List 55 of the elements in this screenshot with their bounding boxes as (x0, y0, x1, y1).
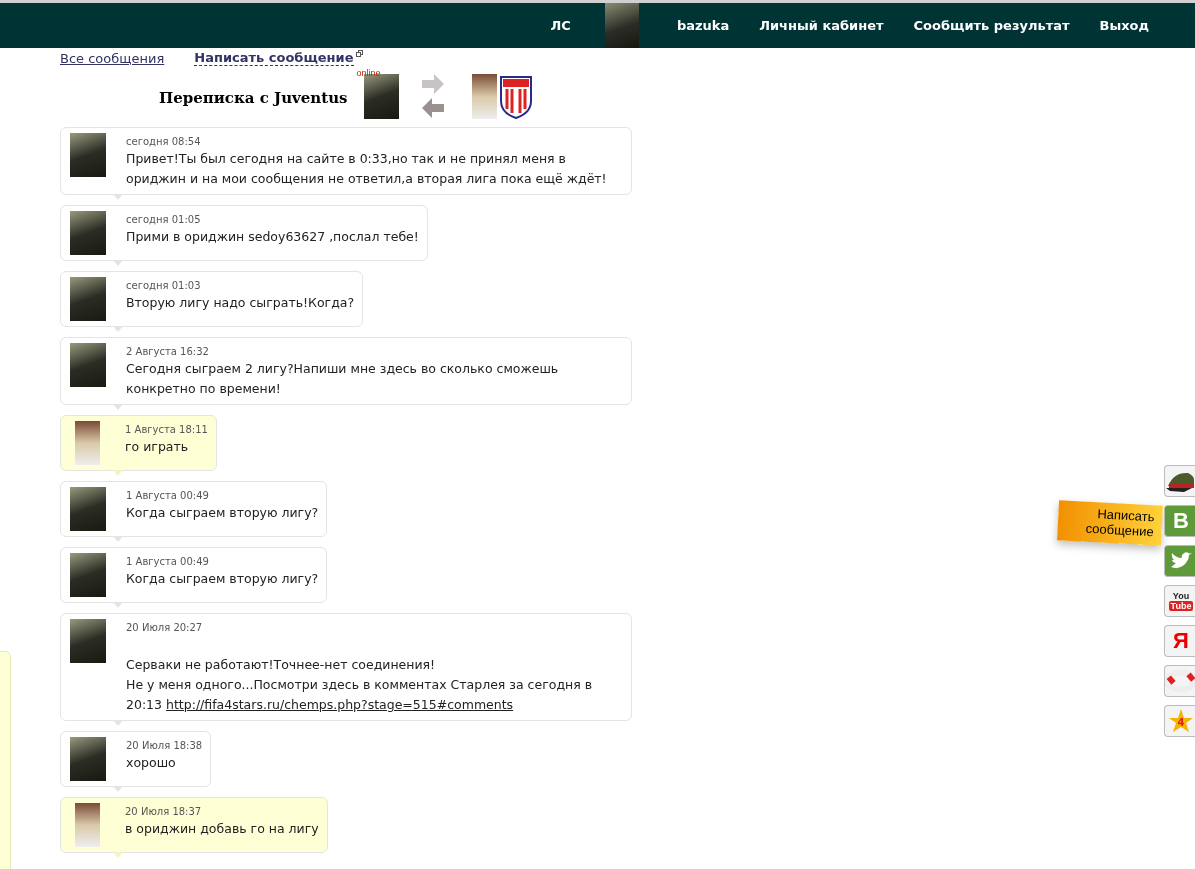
avatar-photo (70, 737, 106, 781)
write-message-tab[interactable]: Написать сообщение (1057, 500, 1163, 546)
message-date: 1 Августа 00:49 (126, 556, 210, 568)
nav-link[interactable]: Личный кабинет (759, 18, 884, 33)
nav-link[interactable]: Сообщить результат (913, 18, 1070, 33)
avatar-photo (70, 133, 106, 177)
message-date: сегодня 01:03 (126, 280, 202, 292)
avatar-photo[interactable] (604, 3, 639, 48)
avatar-photo (70, 619, 106, 663)
lifebuoy-icon (1165, 669, 1195, 693)
all-messages-link[interactable]: Все сообщения (60, 50, 165, 66)
cap-icon (1166, 470, 1195, 492)
avatar-photo (363, 74, 399, 119)
popup-icon (355, 50, 363, 57)
message-link[interactable]: http://fifa4stars.ru/chemps.php?stage=515#comments (166, 697, 514, 712)
write-message-link[interactable]: Написать сообщение (194, 50, 354, 66)
nav-link[interactable]: bazuka (676, 18, 730, 33)
avatar-photo (70, 211, 106, 255)
message-date: 1 Августа 18:11 (125, 424, 208, 436)
online-status: online (356, 68, 381, 78)
message-text: Серваки не работают!Точнее-нет соединения! (126, 656, 437, 674)
message-text: в ориджин добавь го на лигу (125, 820, 319, 838)
avatar-photo (70, 343, 106, 387)
nav-link[interactable]: ЛС (550, 18, 571, 33)
message-date: сегодня 08:54 (126, 136, 202, 148)
message-date: 20 Июля 18:38 (126, 740, 203, 752)
exchange-arrows-icon (421, 74, 444, 118)
message-text: Когда сыграем вторую лигу? (126, 504, 319, 522)
club-crest-icon (498, 75, 533, 119)
message-text: Привет!Ты был сегодня на сайте в 0:33,но так и не принял меня в ориджин и на мои сообщения не ответил,а вторая лига пока ещё ждёт! (126, 150, 608, 188)
message-text: Вторую лигу надо сыграть!Когда? (126, 294, 355, 312)
avatar-photo (471, 74, 497, 119)
yandex-button[interactable]: Я (1164, 625, 1195, 657)
message-text: Когда сыграем вторую лигу? (126, 570, 319, 588)
avatar-photo (75, 421, 100, 465)
bird-icon (1170, 552, 1192, 570)
avatar-photo (70, 553, 106, 597)
avatar-photo (70, 487, 106, 531)
message-date: сегодня 01:05 (126, 214, 202, 226)
message-text: Прими в ориджин sedoy63627 ,послал тебе! (126, 228, 419, 246)
message-text: хорошо (126, 754, 177, 772)
nav-link[interactable]: Выход (1099, 18, 1149, 33)
message-text: Не у меня одного...Посмотри здесь в комментах Старлея за сегодня в 20:13 http://fifa4stars.ru/chemps.php?stage=515#comments (126, 676, 594, 714)
twitter-button[interactable] (1164, 545, 1195, 577)
conversation-title: Переписка с Juventus (159, 89, 348, 107)
message-date: 2 Августа 16:32 (126, 346, 210, 358)
youtube-button[interactable]: You Tube (1164, 585, 1195, 617)
avatar-photo (70, 277, 106, 321)
side-button[interactable] (1164, 465, 1195, 497)
message-text: го играть (125, 438, 190, 456)
avatar-photo (75, 803, 100, 847)
message-date: 1 Августа 00:49 (126, 490, 210, 502)
message-text: Сегодня сыграем 2 лигу?Напиши мне здесь во сколько сможешь конкретно по времени! (126, 360, 560, 398)
message-date: 20 Июля 20:27 (126, 622, 204, 634)
message-date: 20 Июля 18:37 (125, 806, 203, 818)
